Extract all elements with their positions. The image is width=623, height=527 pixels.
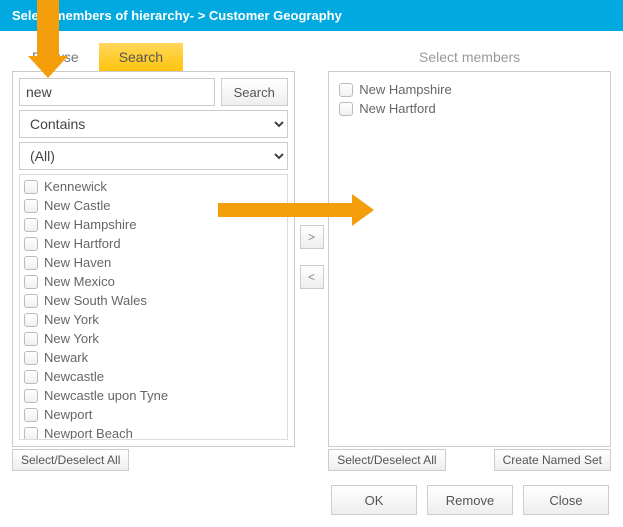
select-deselect-all-left[interactable]: Select/Deselect All [12, 449, 129, 471]
item-label: New Hampshire [44, 217, 136, 232]
list-item[interactable]: New Castle [24, 196, 283, 215]
search-input[interactable] [19, 78, 215, 106]
selected-list[interactable]: New Hampshire New Hartford [335, 78, 604, 440]
item-label: Kennewick [44, 179, 107, 194]
list-item[interactable]: New York [24, 310, 283, 329]
close-button[interactable]: Close [523, 485, 609, 515]
checkbox-icon[interactable] [24, 370, 38, 384]
checkbox-icon[interactable] [24, 256, 38, 270]
selected-panel: New Hampshire New Hartford [328, 71, 611, 447]
select-deselect-all-right[interactable]: Select/Deselect All [328, 449, 445, 471]
item-label: New Hampshire [359, 82, 451, 97]
dialog-header: Select members of hierarchy- > Customer … [0, 0, 623, 31]
tab-browse[interactable]: Browse [12, 43, 99, 71]
list-item[interactable]: Newport Beach [24, 424, 283, 440]
tab-search[interactable]: Search [99, 43, 183, 71]
checkbox-icon[interactable] [24, 218, 38, 232]
checkbox-icon[interactable] [24, 332, 38, 346]
search-button[interactable]: Search [221, 78, 288, 106]
remove-button[interactable]: Remove [427, 485, 513, 515]
selected-members-title: Select members [328, 43, 611, 71]
list-item[interactable]: New South Wales [24, 291, 283, 310]
list-item[interactable]: New Hartford [339, 99, 600, 118]
list-item[interactable]: Newport [24, 405, 283, 424]
checkbox-icon[interactable] [24, 427, 38, 441]
item-label: New South Wales [44, 293, 147, 308]
item-label: New York [44, 312, 99, 327]
checkbox-icon[interactable] [24, 313, 38, 327]
item-label: Newport [44, 407, 92, 422]
checkbox-icon[interactable] [24, 199, 38, 213]
list-item[interactable]: New Hartford [24, 234, 283, 253]
item-label: Newcastle upon Tyne [44, 388, 168, 403]
create-named-set-button[interactable]: Create Named Set [494, 449, 611, 471]
item-label: New Castle [44, 198, 110, 213]
ok-button[interactable]: OK [331, 485, 417, 515]
item-label: New Hartford [44, 236, 121, 251]
list-item[interactable]: Kennewick [24, 177, 283, 196]
checkbox-icon[interactable] [339, 83, 353, 97]
item-label: New York [44, 331, 99, 346]
checkbox-icon[interactable] [24, 237, 38, 251]
dialog-body: Browse Search Search Contains (All) Kenn… [0, 31, 623, 527]
list-item[interactable]: New Hampshire [24, 215, 283, 234]
item-label: New Hartford [359, 101, 436, 116]
left-column: Browse Search Search Contains (All) Kenn… [12, 43, 295, 471]
list-item[interactable]: Newcastle [24, 367, 283, 386]
checkbox-icon[interactable] [24, 180, 38, 194]
move-left-button[interactable]: < [300, 265, 324, 289]
checkbox-icon[interactable] [24, 294, 38, 308]
move-right-button[interactable]: > [300, 225, 324, 249]
checkbox-icon[interactable] [24, 275, 38, 289]
dialog-title: Select members of hierarchy- > Customer … [12, 8, 342, 23]
list-item[interactable]: New York [24, 329, 283, 348]
checkbox-icon[interactable] [24, 408, 38, 422]
item-label: New Haven [44, 255, 111, 270]
dialog-footer: OK Remove Close [12, 485, 611, 515]
checkbox-icon[interactable] [24, 351, 38, 365]
checkbox-icon[interactable] [24, 389, 38, 403]
list-item[interactable]: New Haven [24, 253, 283, 272]
item-label: Newark [44, 350, 88, 365]
checkbox-icon[interactable] [339, 102, 353, 116]
match-mode-select[interactable]: Contains [19, 110, 288, 138]
list-item[interactable]: Newark [24, 348, 283, 367]
right-column: Select members New Hampshire New Hartfor… [328, 43, 611, 471]
item-label: Newport Beach [44, 426, 133, 440]
list-item[interactable]: New Mexico [24, 272, 283, 291]
list-item[interactable]: New Hampshire [339, 80, 600, 99]
search-panel: Search Contains (All) Kennewick New Cast… [12, 71, 295, 447]
tabs: Browse Search [12, 43, 295, 71]
scope-select[interactable]: (All) [19, 142, 288, 170]
results-list[interactable]: Kennewick New Castle New Hampshire New H… [19, 174, 288, 440]
item-label: Newcastle [44, 369, 104, 384]
item-label: New Mexico [44, 274, 115, 289]
list-item[interactable]: Newcastle upon Tyne [24, 386, 283, 405]
move-buttons: > < [295, 43, 328, 471]
